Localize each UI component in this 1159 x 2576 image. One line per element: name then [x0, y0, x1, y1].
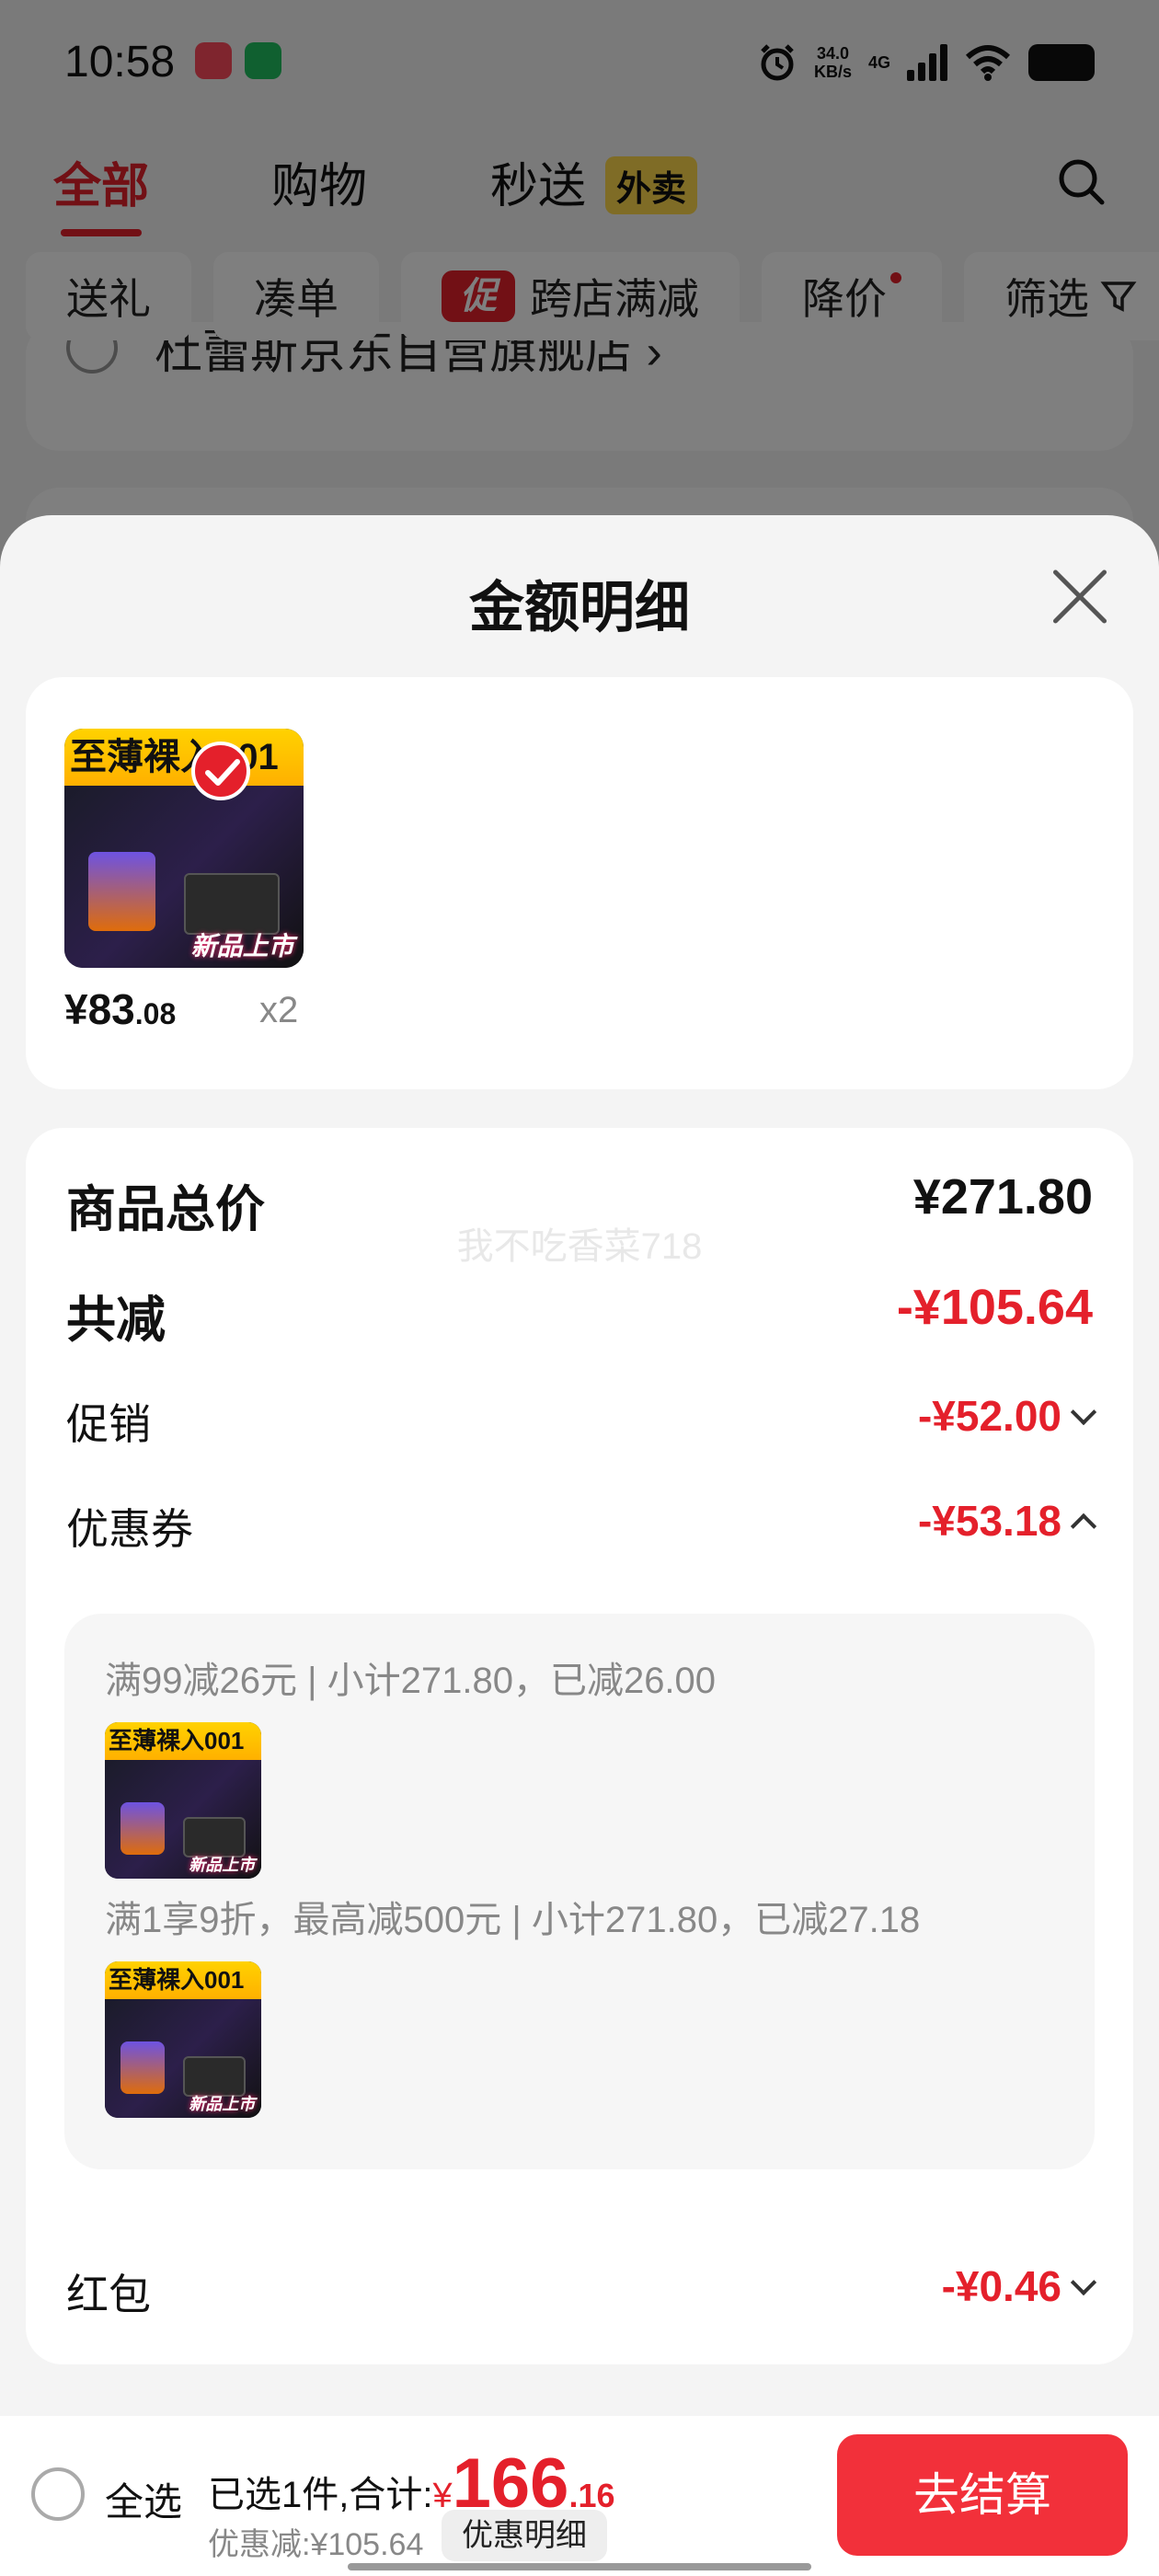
promo-amount: -¥52.00 — [917, 1392, 1061, 1440]
chevron-down-icon — [1070, 2269, 1097, 2296]
thumb-banner: 至薄裸入001 — [64, 729, 304, 787]
chevron-down-icon — [1070, 1398, 1097, 1426]
price-decimal: .08 — [134, 997, 177, 1030]
summary-prefix: 已选1件,合计: — [208, 2475, 433, 2515]
row-value: -¥0.46 — [941, 2261, 1097, 2311]
row-label: 红包 — [66, 2271, 151, 2318]
sheet-title: 金额明细 — [469, 577, 690, 638]
row-goods-total: 商品总价 ¥271.80 — [66, 1168, 1093, 1242]
coupon-detail-box: 满99减26元 | 小计271.80，已减26.00 至薄裸入001 新品上市 … — [64, 1614, 1095, 2169]
row-red-packet[interactable]: 红包 -¥0.46 — [66, 2261, 1097, 2335]
amount-detail-sheet: 金额明细 至薄裸入001 新品上市 ¥83.08 x2 我不吃香菜718 商品总… — [0, 515, 1159, 2576]
row-value: ¥271.80 — [912, 1169, 1093, 1225]
row-total-reduction: 共减 -¥105.64 — [66, 1279, 1093, 1352]
row-label: 优惠券 — [66, 1505, 193, 1553]
product-card: 至薄裸入001 新品上市 ¥83.08 x2 — [26, 677, 1133, 1089]
discount-summary: 优惠减:¥105.64 — [208, 2527, 424, 2562]
product-image[interactable]: 至薄裸入001 新品上市 — [64, 729, 304, 968]
select-all-radio[interactable] — [31, 2467, 85, 2521]
row-value: -¥52.00 — [917, 1391, 1097, 1441]
row-label: 商品总价 — [66, 1182, 265, 1237]
coupon-product-image: 至薄裸入001 新品上市 — [105, 1961, 261, 2118]
row-coupon[interactable]: 优惠券 -¥53.18 — [66, 1496, 1097, 1570]
checkout-button[interactable]: 去结算 — [837, 2434, 1128, 2556]
thumb-tag: 新品上市 — [189, 1855, 256, 1874]
close-icon[interactable] — [1049, 565, 1111, 627]
red-packet-amount: -¥0.46 — [941, 2262, 1061, 2310]
coupon-rule-line: 满1享9折，最高减500元 | 小计271.80，已减27.18 — [105, 1900, 921, 1940]
thumb-banner: 至薄裸入001 — [105, 1722, 261, 1760]
row-value: -¥53.18 — [917, 1496, 1097, 1546]
price-integer: ¥83 — [64, 985, 135, 1033]
row-promotion[interactable]: 促销 -¥52.00 — [66, 1391, 1097, 1465]
row-value: -¥105.64 — [896, 1280, 1093, 1335]
thumb-tag: 新品上市 — [189, 2094, 256, 2113]
thumb-tag: 新品上市 — [190, 931, 294, 960]
row-label: 共减 — [66, 1293, 166, 1348]
currency-symbol: ¥ — [432, 2477, 453, 2515]
thumb-banner: 至薄裸入001 — [105, 1961, 261, 1999]
coupon-amount: -¥53.18 — [917, 1497, 1061, 1545]
coupon-rule-line: 满99减26元 | 小计271.80，已减26.00 — [105, 1661, 717, 1701]
product-price: ¥83.08 — [64, 984, 176, 1034]
coupon-product-image: 至薄裸入001 新品上市 — [105, 1722, 261, 1879]
row-label: 促销 — [66, 1400, 151, 1448]
selected-check-icon — [191, 742, 250, 800]
select-all-label[interactable]: 全选 — [105, 2471, 182, 2527]
discount-detail-button[interactable]: 优惠明细 — [442, 2510, 607, 2561]
product-quantity: x2 — [259, 990, 299, 1030]
chevron-up-icon — [1070, 1512, 1097, 1540]
home-indicator[interactable] — [348, 2563, 811, 2570]
price-detail-card: 我不吃香菜718 商品总价 ¥271.80 共减 -¥105.64 促销 -¥5… — [26, 1128, 1133, 2364]
total-amount-decimal: .16 — [568, 2477, 615, 2514]
checkout-bar: 全选 已选1件,合计:¥166.16 优惠减:¥105.64 优惠明细 去结算 — [0, 2416, 1159, 2576]
